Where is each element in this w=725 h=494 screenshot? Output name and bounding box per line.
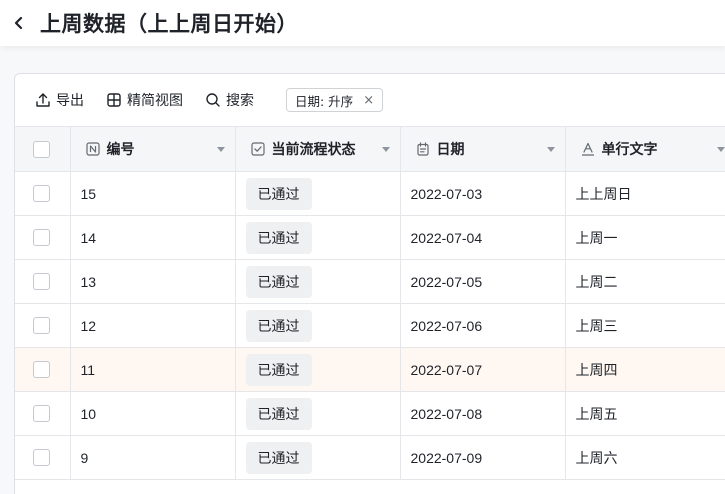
status-cell[interactable]: 已通过 xyxy=(235,303,401,348)
chevron-down-icon[interactable] xyxy=(546,146,555,152)
row-checkbox[interactable] xyxy=(33,229,50,246)
page-header: 上周数据（上上周日开始） xyxy=(0,0,725,46)
table-row[interactable]: 14 已通过 2022-07-04 上周一 xyxy=(15,215,725,260)
column-header-date[interactable]: 日期 xyxy=(400,126,566,172)
text-cell[interactable]: 上周二 xyxy=(565,259,725,304)
row-select-cell xyxy=(15,171,71,216)
status-badge: 已通过 xyxy=(245,221,312,254)
chevron-down-icon[interactable] xyxy=(716,146,725,152)
column-header-text[interactable]: 单行文字 xyxy=(565,126,725,172)
date-cell[interactable]: 2022-07-09 xyxy=(400,435,566,480)
date-cell[interactable]: 2022-07-04 xyxy=(400,215,566,260)
number-field-icon xyxy=(85,142,100,156)
row-checkbox[interactable] xyxy=(33,449,50,466)
id-cell[interactable]: 9 xyxy=(70,435,236,480)
column-label-id: 编号 xyxy=(106,142,135,158)
column-label-date: 日期 xyxy=(436,142,465,158)
row-select-cell xyxy=(15,303,71,348)
date-cell[interactable]: 2022-07-03 xyxy=(400,171,566,216)
text-cell[interactable]: 上周五 xyxy=(565,391,725,436)
row-select-cell xyxy=(15,259,71,304)
column-label-status: 当前流程状态 xyxy=(271,142,356,158)
row-select-cell xyxy=(15,215,71,260)
status-badge: 已通过 xyxy=(245,265,312,298)
date-cell[interactable]: 2022-07-06 xyxy=(400,303,566,348)
row-select-cell xyxy=(15,435,71,480)
id-cell[interactable]: 10 xyxy=(70,391,236,436)
status-badge: 已通过 xyxy=(245,397,312,430)
status-cell[interactable]: 已通过 xyxy=(235,435,401,480)
page-title: 上周数据（上上周日开始） xyxy=(40,12,298,36)
row-checkbox[interactable] xyxy=(33,405,50,422)
row-checkbox[interactable] xyxy=(33,361,50,378)
table-row[interactable]: 12 已通过 2022-07-06 上周三 xyxy=(15,303,725,348)
chevron-down-icon[interactable] xyxy=(216,146,225,152)
date-cell[interactable]: 2022-07-08 xyxy=(400,391,566,436)
id-cell[interactable]: 14 xyxy=(70,215,236,260)
row-select-cell xyxy=(15,391,71,436)
row-select-cell xyxy=(15,347,71,392)
text-cell[interactable]: 上周一 xyxy=(565,215,725,260)
table-row[interactable]: 15 已通过 2022-07-03 上上周日 xyxy=(15,171,725,216)
status-cell[interactable]: 已通过 xyxy=(235,391,401,436)
back-button[interactable] xyxy=(10,14,28,32)
text-cell[interactable]: 上周六 xyxy=(565,435,725,480)
header-select-all xyxy=(15,126,71,172)
column-label-text: 单行文字 xyxy=(601,142,658,158)
compact-view-button[interactable]: 精简视图 xyxy=(106,90,183,110)
grid-icon xyxy=(107,93,121,107)
status-badge: 已通过 xyxy=(245,353,312,386)
status-cell[interactable]: 已通过 xyxy=(235,215,401,260)
search-button[interactable]: 搜索 xyxy=(205,90,254,110)
text-cell[interactable]: 上上周日 xyxy=(565,171,725,216)
table-row[interactable]: 10 已通过 2022-07-08 上周五 xyxy=(15,391,725,436)
select-all-checkbox[interactable] xyxy=(33,140,50,158)
text-field-icon xyxy=(581,142,594,156)
status-cell[interactable]: 已通过 xyxy=(235,171,401,216)
text-cell[interactable]: 上周三 xyxy=(565,303,725,348)
row-checkbox[interactable] xyxy=(33,185,50,202)
export-label: 导出 xyxy=(56,93,84,109)
table-panel: 导出 精简视图 搜索 日期: 升序 × 编号 当前流程状态 日期 单行文字 15… xyxy=(14,73,725,494)
table-row[interactable]: 13 已通过 2022-07-05 上周二 xyxy=(15,259,725,304)
id-cell[interactable]: 12 xyxy=(70,303,236,348)
close-icon[interactable]: × xyxy=(363,93,374,108)
compact-view-label: 精简视图 xyxy=(127,93,183,109)
search-label: 搜索 xyxy=(226,93,254,109)
table-row-highlighted[interactable]: 11 已通过 2022-07-07 上周四 xyxy=(15,347,725,392)
status-cell[interactable]: 已通过 xyxy=(235,347,401,392)
data-table: 编号 当前流程状态 日期 单行文字 15 已通过 2022-07-03 上上周日… xyxy=(15,126,725,480)
date-cell[interactable]: 2022-07-05 xyxy=(400,259,566,304)
table-header-row: 编号 当前流程状态 日期 单行文字 xyxy=(15,126,725,172)
table-row[interactable]: 9 已通过 2022-07-09 上周六 xyxy=(15,435,725,480)
column-header-id[interactable]: 编号 xyxy=(70,126,236,172)
status-badge: 已通过 xyxy=(245,441,312,474)
row-checkbox[interactable] xyxy=(33,273,50,290)
date-cell[interactable]: 2022-07-07 xyxy=(400,347,566,392)
id-cell[interactable]: 13 xyxy=(70,259,236,304)
column-header-status[interactable]: 当前流程状态 xyxy=(235,126,401,172)
chevron-down-icon[interactable] xyxy=(381,146,390,152)
chevron-left-icon xyxy=(14,16,23,30)
calendar-icon xyxy=(416,142,429,156)
status-badge: 已通过 xyxy=(245,309,312,342)
table-toolbar: 导出 精简视图 搜索 日期: 升序 × xyxy=(15,74,725,126)
status-badge: 已通过 xyxy=(245,177,312,210)
upload-icon xyxy=(36,93,50,107)
checkbox-field-icon xyxy=(250,142,265,156)
status-cell[interactable]: 已通过 xyxy=(235,259,401,304)
id-cell[interactable]: 11 xyxy=(70,347,236,392)
export-button[interactable]: 导出 xyxy=(35,90,84,110)
search-icon xyxy=(206,93,220,107)
text-cell[interactable]: 上周四 xyxy=(565,347,725,392)
id-cell[interactable]: 15 xyxy=(70,171,236,216)
sort-chip-label: 日期: 升序 xyxy=(295,93,354,109)
row-checkbox[interactable] xyxy=(33,317,50,334)
sort-chip[interactable]: 日期: 升序 × xyxy=(286,88,384,112)
